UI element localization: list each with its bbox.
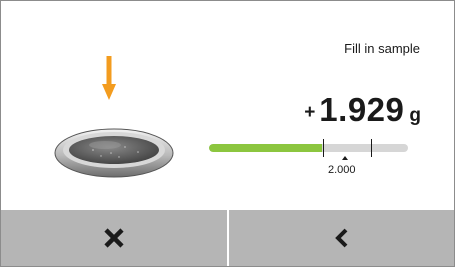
target-weight-label: 2.000 xyxy=(328,164,356,176)
chevron-left-icon xyxy=(334,227,350,249)
progress-fill xyxy=(209,144,323,152)
close-icon xyxy=(103,227,125,249)
weight-unit: g xyxy=(409,105,421,126)
upper-tolerance-marker xyxy=(371,139,372,157)
weight-value: 1.929 xyxy=(319,91,405,128)
footer-button-bar xyxy=(1,210,454,266)
instruction-label: Fill in sample xyxy=(344,41,420,56)
target-caret-icon xyxy=(342,156,348,160)
arrow-down-icon xyxy=(102,56,116,107)
cancel-button[interactable] xyxy=(1,210,227,266)
target-progress-bar xyxy=(209,144,408,152)
back-button[interactable] xyxy=(229,210,454,266)
weighing-dish-icon xyxy=(53,123,175,184)
weight-sign: + xyxy=(304,102,316,123)
lower-tolerance-marker xyxy=(323,139,324,157)
weight-readout: +1.929 g xyxy=(304,91,421,129)
weighing-screen: Fill in sample +1.929 g 2.000 xyxy=(0,0,455,267)
